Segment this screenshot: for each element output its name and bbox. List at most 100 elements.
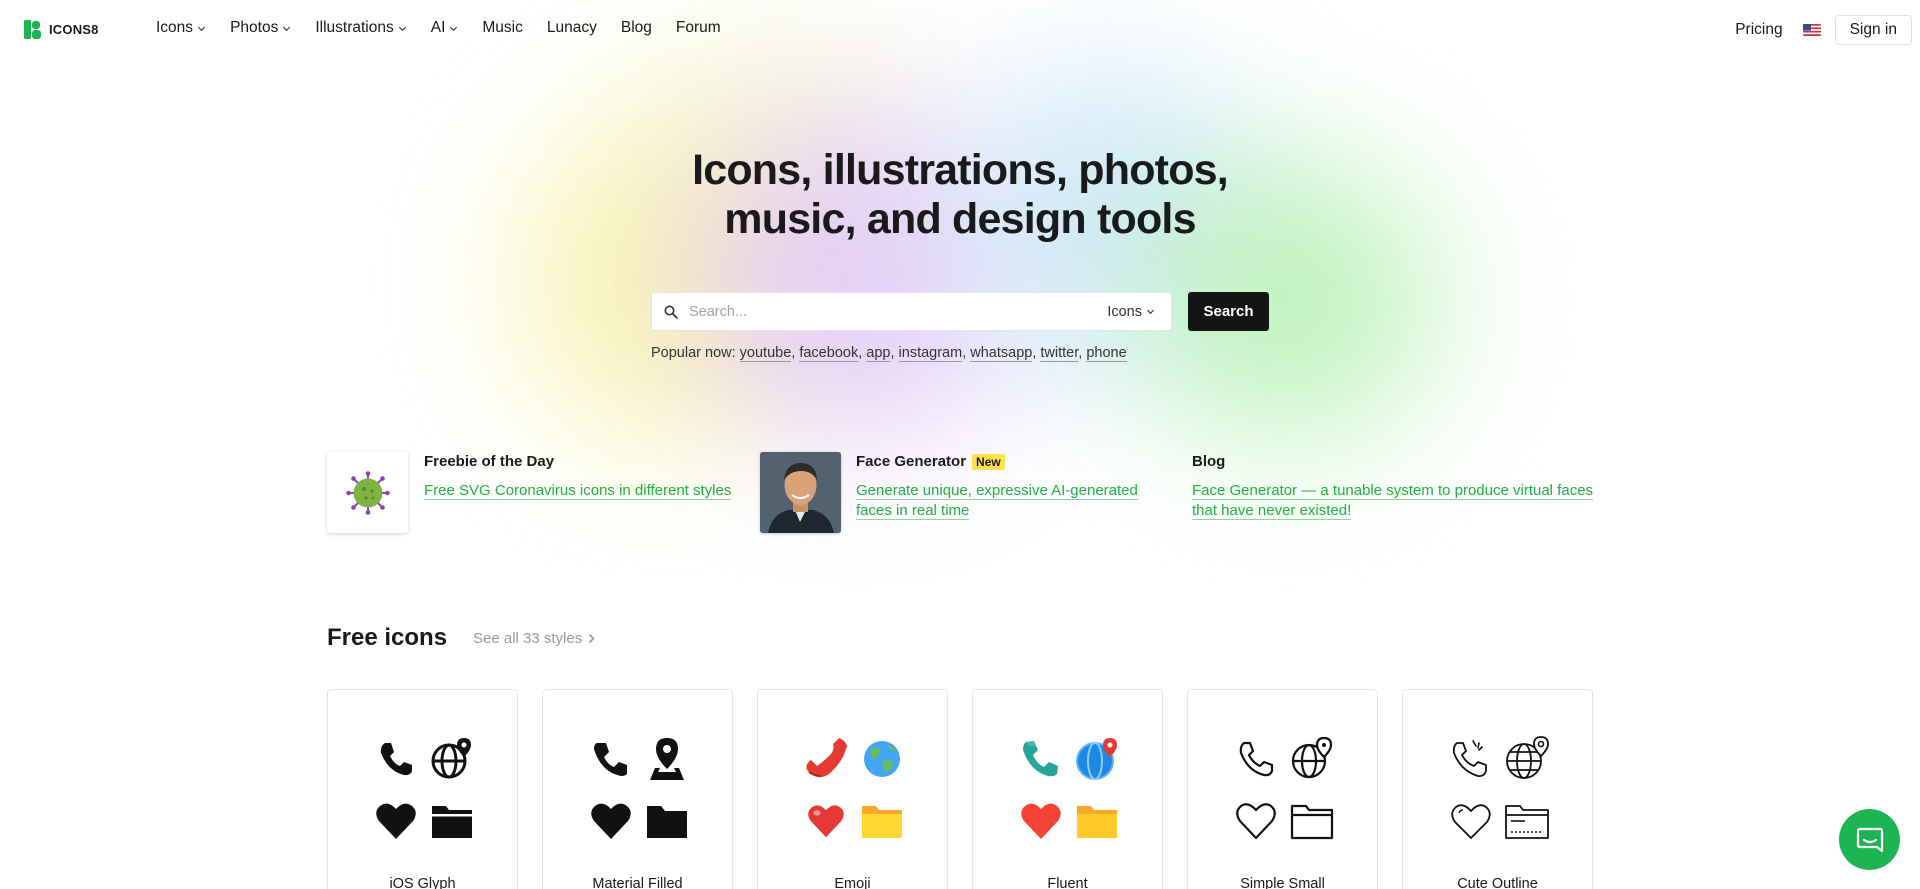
- style-card-simple-small[interactable]: Simple Small: [1187, 689, 1378, 889]
- style-card-label: Simple Small: [1240, 876, 1325, 889]
- page-title: Icons, illustrations, photos, music, and…: [560, 146, 1360, 244]
- folder-emoji-icon: [862, 806, 902, 838]
- search-input[interactable]: [689, 303, 1108, 320]
- popular-label: Popular now:: [651, 345, 736, 361]
- icons8-logo-icon: [24, 20, 41, 39]
- style-card-fluent[interactable]: Fluent: [972, 689, 1163, 889]
- heart-emoji-icon: [808, 805, 844, 838]
- pricing-link[interactable]: Pricing: [1735, 21, 1782, 39]
- see-all-styles-link[interactable]: See all 33 styles: [473, 630, 595, 647]
- nav-blog-label: Blog: [620, 19, 652, 36]
- style-card-emoji[interactable]: Emoji: [757, 689, 948, 889]
- page-title-line-2: music, and design tools: [724, 195, 1196, 243]
- folder-fluent-icon: [1077, 806, 1117, 838]
- folder-outline-icon: [1290, 804, 1334, 840]
- hero-gradient-background: [0, 0, 1920, 889]
- page-title-line-1: Icons, illustrations, photos,: [692, 146, 1229, 194]
- chevron-down-icon: [450, 26, 458, 31]
- search-type-label: Icons: [1107, 303, 1142, 320]
- heart-icon: [591, 803, 631, 839]
- folder-cute-icon: [1505, 805, 1549, 839]
- heart-cute-icon: [1451, 804, 1491, 839]
- new-badge: New: [972, 453, 1005, 470]
- style-card-material-filled[interactable]: Material Filled: [542, 689, 733, 889]
- chevron-down-icon: [1146, 309, 1155, 315]
- nav-illustrations[interactable]: Illustrations: [315, 19, 406, 37]
- logo-text: ICONS8: [49, 22, 99, 37]
- folder-icon: [432, 806, 472, 838]
- nav-ai[interactable]: AI: [431, 19, 459, 37]
- globe-pin-fluent-icon: [1076, 738, 1117, 780]
- blog-link-line-1: Face Generator — a tunable system to pro…: [1192, 482, 1594, 500]
- freebie-thumbnail[interactable]: [327, 452, 408, 533]
- sign-in-button[interactable]: Sign in: [1834, 15, 1912, 45]
- nav-lunacy-label: Lunacy: [546, 19, 597, 36]
- face-generator-thumbnail[interactable]: [760, 452, 841, 533]
- style-card-cute-outline[interactable]: Cute Outline: [1402, 689, 1593, 889]
- face-generator-title: Face Generator New: [856, 453, 1005, 470]
- nav-illustrations-label: Illustrations: [315, 19, 394, 36]
- search-button[interactable]: Search: [1188, 292, 1269, 331]
- style-card-label: Cute Outline: [1457, 876, 1538, 889]
- phone-icon: [380, 743, 412, 776]
- face-portrait-image: [760, 452, 841, 533]
- logo[interactable]: ICONS8: [24, 20, 99, 39]
- popular-link-youtube[interactable]: youtube: [739, 345, 792, 362]
- nav-photos-label: Photos: [230, 19, 279, 36]
- popular-link-phone[interactable]: phone: [1086, 345, 1127, 362]
- search-type-dropdown[interactable]: Icons: [1107, 304, 1155, 320]
- nav-icons[interactable]: Icons: [156, 19, 206, 37]
- chat-icon: [1856, 827, 1883, 852]
- style-card-ios-glyph[interactable]: iOS Glyph: [327, 689, 518, 889]
- main-nav: Icons Photos Illustrations AI Music Luna…: [156, 19, 745, 37]
- nav-ai-label: AI: [430, 19, 446, 36]
- globe-pin-cute-icon: [1506, 736, 1549, 779]
- popular-link-whatsapp[interactable]: whatsapp: [970, 345, 1033, 362]
- top-header: ICONS8 Icons Photos Illustrations AI Mus…: [0, 0, 1920, 60]
- chevron-right-icon: [589, 633, 595, 644]
- phone-icon: [594, 743, 627, 776]
- globe-location-icon: [431, 738, 471, 779]
- popular-link-app[interactable]: app: [866, 345, 891, 362]
- nav-icons-label: Icons: [156, 19, 194, 36]
- blog-title-text: Blog: [1192, 453, 1226, 470]
- phone-cute-icon: [1452, 740, 1487, 778]
- nav-forum-label: Forum: [675, 19, 721, 36]
- us-flag-icon[interactable]: [1802, 24, 1821, 36]
- chat-support-button[interactable]: [1839, 809, 1900, 870]
- freebie-link[interactable]: Free SVG Coronavirus icons in different …: [424, 481, 732, 501]
- phone-fluent-icon: [1023, 741, 1058, 777]
- nav-photos[interactable]: Photos: [230, 19, 291, 37]
- coronavirus-icon: [345, 470, 390, 515]
- heart-icon: [376, 803, 416, 839]
- popular-searches: Popular now: youtube, facebook, app, ins…: [651, 345, 1127, 362]
- style-card-label: Emoji: [834, 876, 871, 889]
- face-generator-link[interactable]: Generate unique, expressive AI-generated…: [856, 481, 1138, 521]
- nav-lunacy[interactable]: Lunacy: [547, 19, 597, 37]
- folder-icon: [647, 806, 687, 838]
- globe-emoji-icon: [864, 741, 900, 777]
- nav-music[interactable]: Music: [482, 19, 522, 37]
- chevron-down-icon: [283, 26, 291, 31]
- search-icon: [664, 305, 678, 319]
- freebie-link-text: Free SVG Coronavirus icons in different …: [424, 482, 732, 500]
- popular-link-twitter[interactable]: twitter: [1040, 345, 1079, 362]
- header-right: Pricing Sign in: [1735, 15, 1920, 45]
- heart-fluent-icon: [1021, 803, 1061, 839]
- chevron-down-icon: [398, 26, 406, 31]
- telephone-receiver-icon: [806, 738, 847, 778]
- search-bar: Icons: [651, 292, 1172, 331]
- nav-forum[interactable]: Forum: [676, 19, 721, 37]
- face-generator-title-text: Face Generator: [856, 453, 967, 470]
- nav-blog[interactable]: Blog: [621, 19, 652, 37]
- phone-outline-icon: [1239, 741, 1274, 777]
- style-card-label: Material Filled: [592, 876, 683, 889]
- blog-link[interactable]: Face Generator — a tunable system to pro…: [1192, 481, 1594, 521]
- popular-link-instagram[interactable]: instagram: [898, 345, 963, 362]
- freebie-title: Freebie of the Day: [424, 453, 554, 470]
- face-generator-link-line-1: Generate unique, expressive AI-generated: [856, 482, 1138, 500]
- chevron-down-icon: [198, 26, 206, 31]
- globe-location-outline-icon: [1291, 736, 1333, 779]
- free-icons-heading: Free icons: [327, 624, 448, 651]
- popular-link-facebook[interactable]: facebook: [799, 345, 859, 362]
